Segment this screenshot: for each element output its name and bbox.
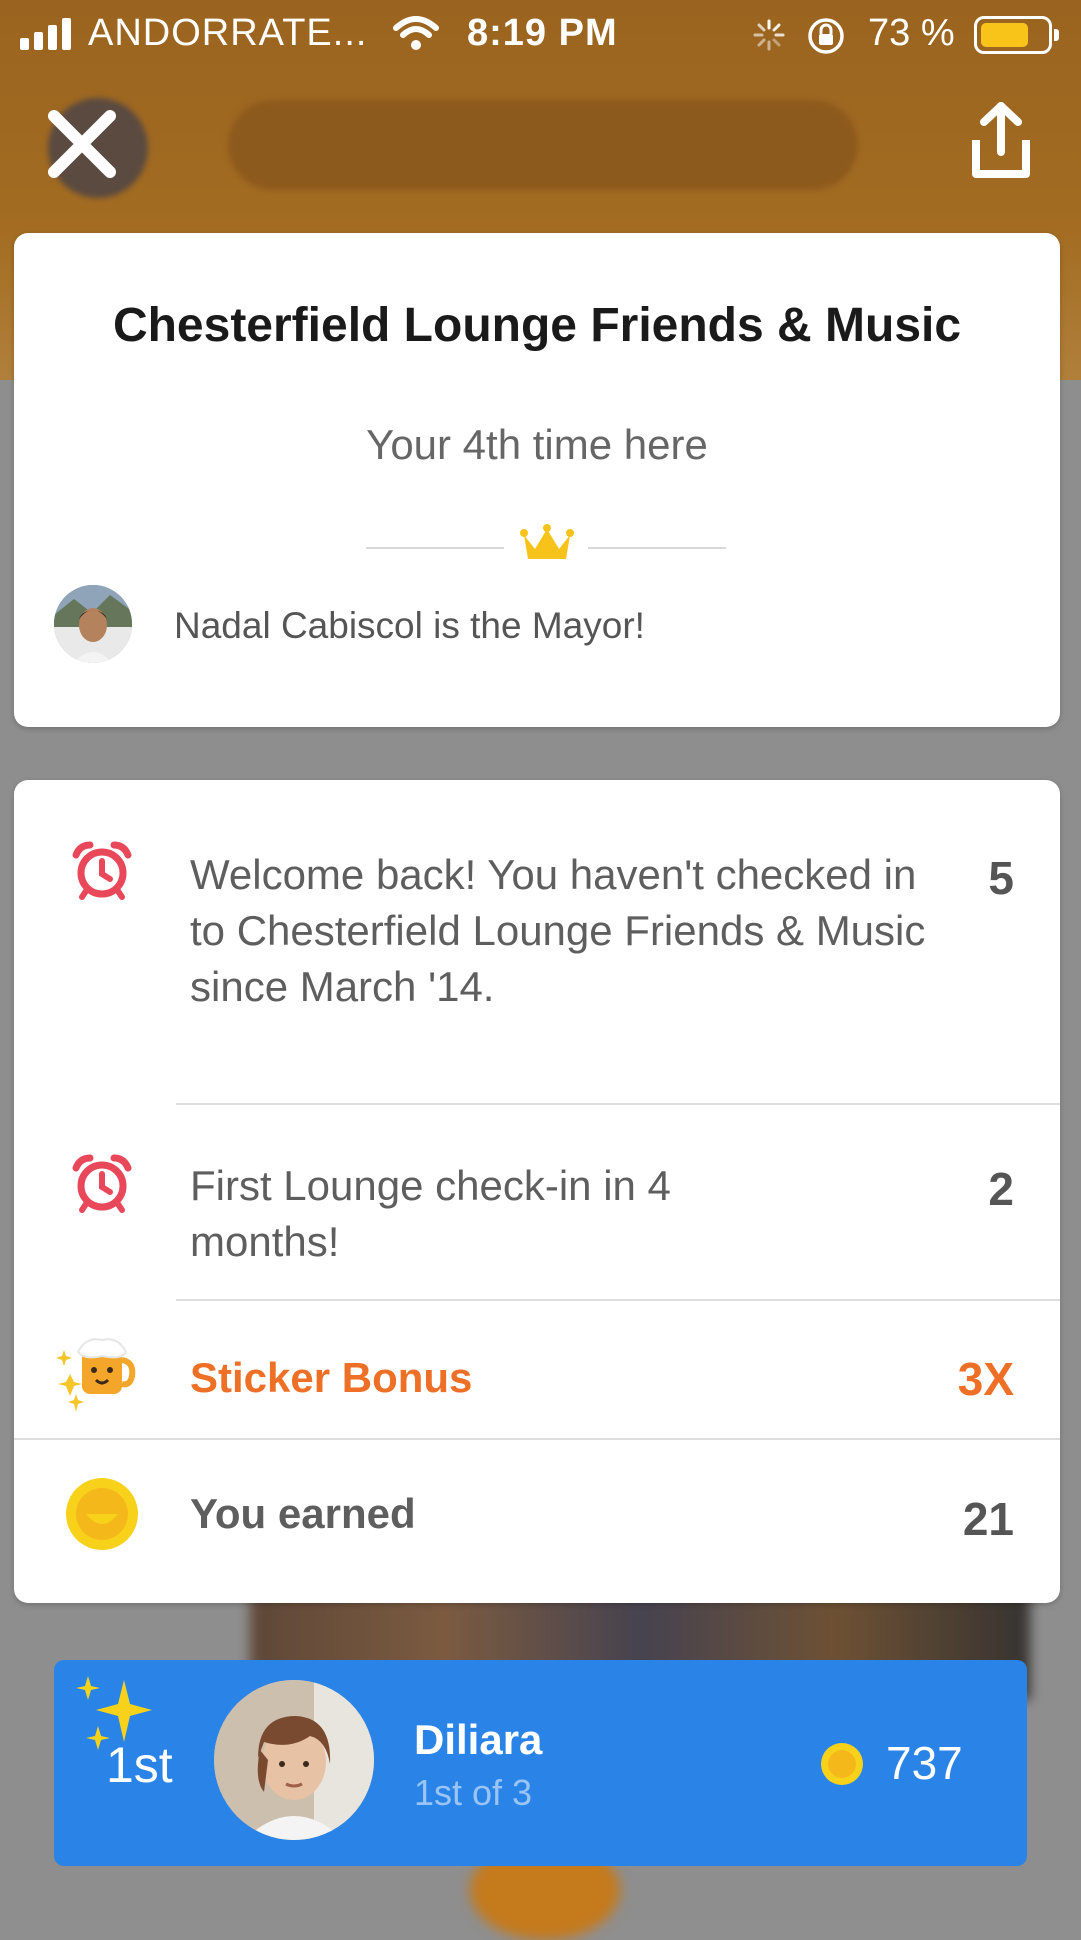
- close-icon: [48, 110, 116, 178]
- leader-coins: 737: [886, 1737, 963, 1789]
- battery-percentage: 73 %: [868, 12, 955, 54]
- coin-icon: [821, 1743, 863, 1785]
- battery-level-fill: [981, 23, 1028, 47]
- mayor-label: Nadal Cabiscol is the Mayor!: [174, 605, 645, 646]
- leader-subtitle: 1st of 3: [414, 1772, 533, 1813]
- leaderboard-banner[interactable]: 1st Diliara 1st of 3 737: [54, 1660, 1027, 1866]
- search-bar-blurred: [228, 100, 858, 190]
- venue-card: Chesterfield Lounge Friends & Music Your…: [14, 233, 1060, 727]
- battery-icon: [974, 16, 1059, 54]
- mayor-avatar[interactable]: [54, 585, 132, 663]
- points-row-text: First Lounge check-in in 4 months!: [190, 1162, 671, 1265]
- share-icon: [972, 102, 1030, 178]
- alarm-clock-icon: [72, 1154, 132, 1213]
- status-bar: ANDORRATE... 8:19 PM 73 %: [0, 0, 1081, 70]
- close-button[interactable]: [42, 104, 122, 184]
- points-card: Welcome back! You haven't checked in to …: [14, 780, 1060, 1603]
- crown-icon: [520, 524, 574, 559]
- earned-value: 21: [962, 1493, 1014, 1545]
- carrier-name: ANDORRATE...: [88, 12, 368, 54]
- row-divider: [14, 1438, 1060, 1440]
- earned-label: You earned: [190, 1490, 416, 1537]
- row-divider: [176, 1103, 1060, 1105]
- row-divider: [176, 1299, 1060, 1301]
- alarm-clock-icon: [72, 841, 132, 900]
- share-button[interactable]: [966, 100, 1036, 186]
- leader-avatar: [214, 1680, 374, 1840]
- points-row-value: 5: [988, 852, 1014, 904]
- beer-sticker-icon: [56, 1338, 136, 1412]
- coin-icon: [66, 1478, 138, 1550]
- visit-count: Your 4th time here: [366, 421, 708, 468]
- points-row-text: Welcome back! You haven't checked in to …: [190, 851, 926, 1010]
- points-row-value: 2: [988, 1163, 1014, 1215]
- leader-rank: 1st: [106, 1737, 173, 1793]
- venue-title: Chesterfield Lounge Friends & Music: [112, 299, 962, 352]
- activity-spinner-icon: [752, 18, 786, 62]
- mayor-divider: [366, 523, 726, 567]
- sticker-bonus-value: 3X: [957, 1353, 1014, 1405]
- signal-strength-icon: [20, 18, 71, 50]
- rotation-lock-icon: [806, 16, 846, 66]
- leader-name: Diliara: [414, 1716, 543, 1763]
- sticker-bonus-label: Sticker Bonus: [190, 1354, 473, 1401]
- wifi-icon: [392, 14, 440, 62]
- clock: 8:19 PM: [467, 12, 618, 54]
